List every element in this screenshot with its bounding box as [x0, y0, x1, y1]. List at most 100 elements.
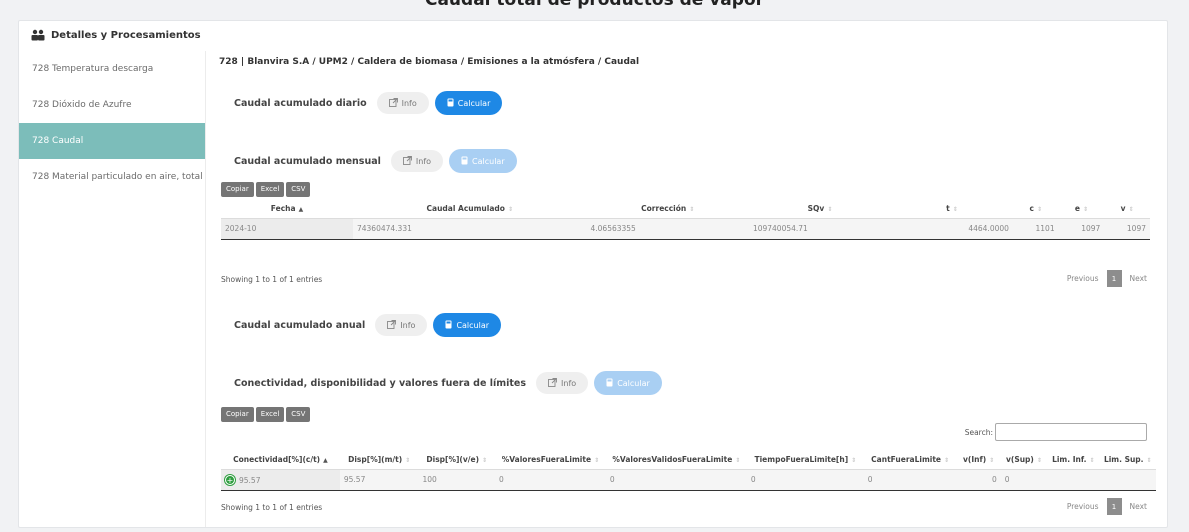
copy-button[interactable]: Copiar	[221, 407, 254, 422]
copy-button[interactable]: Copiar	[221, 182, 254, 197]
table-cell	[1047, 469, 1100, 490]
conectividad-table: Conectividad[%](c/t) ▲ Disp[%](m/t) ⇕ Disp…	[221, 450, 1156, 491]
card-header: Detalles y Procesamientos	[19, 21, 1167, 49]
excel-button[interactable]: Excel	[255, 407, 285, 422]
info-button-conectividad[interactable]: Info	[536, 372, 589, 394]
column-header[interactable]: Conectividad[%](c/t) ▲	[221, 450, 340, 469]
table-cell: 0	[495, 469, 606, 490]
calculate-button-diario[interactable]: Calcular	[434, 91, 503, 115]
previous-button[interactable]: Previous	[1067, 502, 1099, 511]
column-header[interactable]: Fecha ▲	[221, 199, 353, 218]
main-content: 728 | Blanvira S.A / UPM2 / Caldera de b…	[219, 51, 1157, 527]
column-header[interactable]: Caudal Acumulado ⇕	[353, 199, 587, 218]
csv-button[interactable]: CSV	[286, 182, 311, 197]
table-header-row: Fecha ▲ Caudal Acumulado ⇕ Corrección ⇕ SQv…	[221, 199, 1150, 218]
column-header[interactable]: Lim. Sup. ⇕	[1100, 450, 1156, 469]
table-cell: 0	[746, 469, 864, 490]
calculator-icon	[447, 98, 454, 109]
page-1-button[interactable]: 1	[1106, 270, 1122, 287]
column-header[interactable]: c ⇕	[1013, 199, 1059, 218]
next-button[interactable]: Next	[1130, 274, 1147, 283]
table2-pagination: Previous 1 Next	[1067, 498, 1147, 515]
table-row: +95.57 95.57 100 0 0 0 0 0 0	[221, 469, 1156, 490]
table-row: 2024-10 74360474.331 4.06563355 10974005…	[221, 218, 1150, 239]
sidebar-item-dioxido[interactable]: 728 Dióxido de Azufre	[19, 87, 205, 123]
external-link-icon	[402, 155, 412, 167]
column-header[interactable]: Lim. Inf. ⇕	[1047, 450, 1099, 469]
export-buttons-table2: Copiar Excel CSV	[221, 407, 311, 422]
table-header-row: Conectividad[%](c/t) ▲ Disp[%](m/t) ⇕ Disp…	[221, 450, 1156, 469]
section-label-mensual: Caudal acumulado mensual	[234, 155, 381, 167]
info-button-mensual[interactable]: Info	[390, 150, 444, 172]
export-buttons-table1: Copiar Excel CSV	[221, 182, 311, 197]
csv-button[interactable]: CSV	[286, 407, 311, 422]
expand-row-icon[interactable]: +	[225, 474, 235, 485]
column-header[interactable]: TiempoFueraLimite[h] ⇕	[747, 450, 864, 469]
column-header[interactable]: Disp[%](m/t) ⇕	[340, 450, 419, 469]
next-button[interactable]: Next	[1130, 502, 1147, 511]
previous-button[interactable]: Previous	[1067, 274, 1099, 283]
calculator-icon	[461, 156, 468, 167]
excel-button[interactable]: Excel	[255, 182, 285, 197]
breadcrumb: 728 | Blanvira S.A / UPM2 / Caldera de b…	[219, 57, 640, 67]
sidebar-item-caudal[interactable]: 728 Caudal	[19, 123, 205, 159]
column-header[interactable]: Disp[%](v/e) ⇕	[418, 450, 495, 469]
external-link-icon	[548, 377, 557, 389]
calculator-icon	[445, 320, 452, 331]
section-mensual: Caudal acumulado mensual Info Calcular	[234, 149, 517, 173]
column-header[interactable]: v(Inf) ⇕	[956, 450, 1000, 469]
section-label-diario: Caudal acumulado diario	[234, 97, 367, 109]
search-label: Search:	[964, 427, 993, 437]
table-cell: 109740054.71	[748, 218, 892, 239]
table-cell: 1097	[1104, 218, 1150, 239]
column-header[interactable]: v ⇕	[1104, 199, 1150, 218]
table-cell: 0	[956, 469, 1001, 490]
column-header[interactable]: v(Sup) ⇕	[1001, 450, 1047, 469]
table-cell: 74360474.331	[352, 218, 587, 239]
calculate-button-anual[interactable]: Calcular	[433, 313, 502, 337]
column-header[interactable]: Corrección ⇕	[587, 199, 749, 218]
table-cell	[1099, 469, 1156, 490]
calculate-button-mensual[interactable]: Calcular	[449, 149, 517, 173]
caudal-mensual-table: Fecha ▲ Caudal Acumulado ⇕ Corrección ⇕ SQv…	[221, 199, 1150, 240]
page-title: Caudal total de productos de vapor	[0, 0, 1189, 9]
table-cell: 0	[605, 469, 747, 490]
table-cell: 0	[863, 469, 957, 490]
page-1-button[interactable]: 1	[1106, 498, 1122, 515]
sidebar: 728 Temperatura descarga 728 Dióxido de …	[19, 51, 206, 527]
section-anual: Caudal acumulado anual Info Calcular	[234, 313, 502, 337]
table1-pagination: Previous 1 Next	[1067, 270, 1147, 287]
table-cell: 95.57	[339, 469, 419, 490]
users-icon	[31, 29, 45, 41]
table-cell: 2024-10	[221, 218, 353, 239]
info-button-diario[interactable]: Info	[376, 92, 429, 114]
table2-search: Search:	[965, 423, 1147, 441]
table-cell: 1101	[1012, 218, 1059, 239]
sidebar-item-material[interactable]: 728 Material particulado en aire, total	[19, 159, 205, 195]
card-title: Detalles y Procesamientos	[51, 29, 201, 41]
column-header[interactable]: e ⇕	[1059, 199, 1105, 218]
sidebar-item-temperatura[interactable]: 728 Temperatura descarga	[19, 51, 205, 87]
table-cell: 4.06563355	[586, 218, 749, 239]
column-header[interactable]: SQv ⇕	[749, 199, 891, 218]
calculator-icon	[606, 378, 613, 389]
column-header[interactable]: %ValoresFueraLimite ⇕	[495, 450, 606, 469]
info-button-anual[interactable]: Info	[375, 314, 428, 336]
section-diario: Caudal acumulado diario Info Calcular	[234, 91, 503, 115]
external-link-icon	[387, 319, 397, 331]
details-card: Detalles y Procesamientos 728 Temperatur…	[18, 20, 1168, 528]
section-conectividad: Conectividad, disponibilidad y valores f…	[234, 371, 662, 395]
table1-info: Showing 1 to 1 of 1 entries	[221, 275, 323, 284]
search-input[interactable]	[995, 423, 1147, 441]
section-label-anual: Caudal acumulado anual	[234, 319, 366, 331]
table-cell: 0	[1000, 469, 1048, 490]
table-cell: +95.57	[221, 469, 340, 490]
column-header[interactable]: CantFueraLimite ⇕	[864, 450, 957, 469]
column-header[interactable]: t ⇕	[891, 199, 1013, 218]
external-link-icon	[388, 97, 398, 109]
column-header[interactable]: %ValoresValidosFueraLimite ⇕	[606, 450, 747, 469]
calculate-button-conectividad[interactable]: Calcular	[594, 371, 662, 395]
table-cell: 100	[418, 469, 496, 490]
table-cell: 4464.0000	[891, 218, 1013, 239]
table2-info: Showing 1 to 1 of 1 entries	[221, 503, 323, 512]
